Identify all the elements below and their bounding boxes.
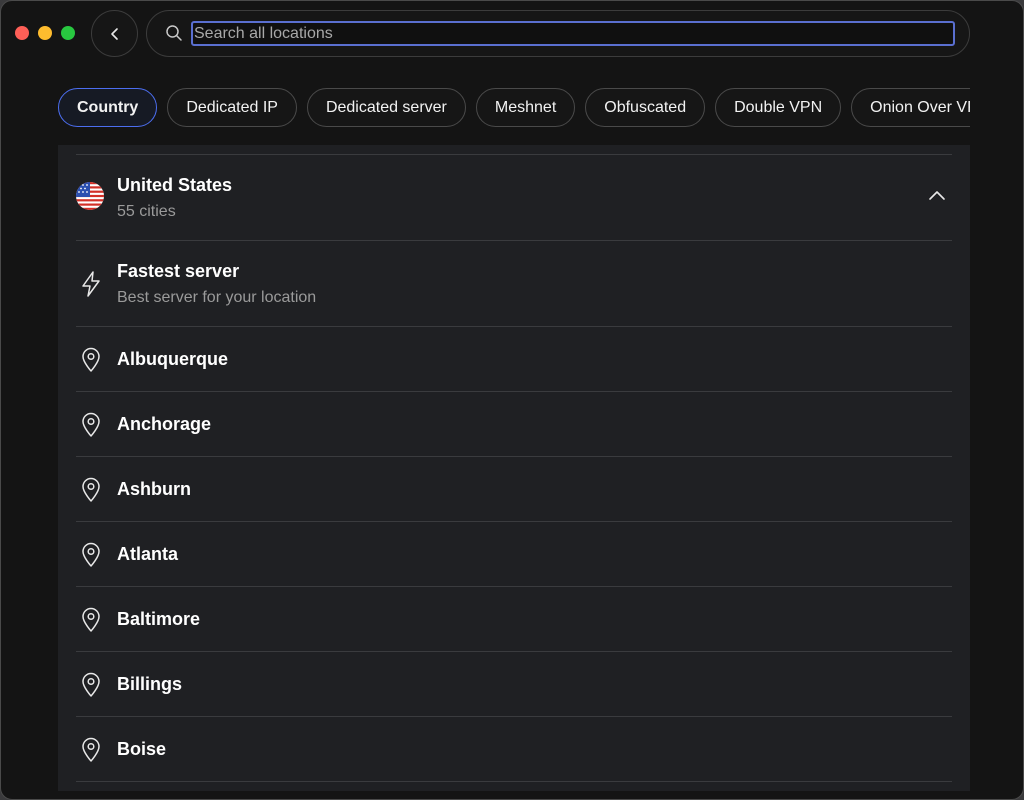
back-button[interactable] <box>91 10 138 57</box>
maximize-window-button[interactable] <box>61 26 75 40</box>
city-name: Baltimore <box>117 609 201 629</box>
city-name: Ashburn <box>117 479 191 499</box>
chevron-left-icon <box>110 27 118 40</box>
lightning-icon <box>82 271 100 297</box>
city-row[interactable]: Atlanta <box>76 522 952 587</box>
location-pin-icon <box>81 412 101 443</box>
filter-chip-double-vpn[interactable]: Double VPN <box>715 88 842 127</box>
chevron-up-icon[interactable] <box>928 190 946 202</box>
filter-chip-dedicated-ip[interactable]: Dedicated IP <box>167 88 297 127</box>
city-row[interactable]: Boise <box>76 717 952 782</box>
city-name: Billings <box>117 674 183 694</box>
locations-list: United States 55 cities Fastest server B… <box>58 145 970 791</box>
filter-chip-obfuscated[interactable]: Obfuscated <box>585 88 706 127</box>
us-flag-icon <box>76 182 104 210</box>
country-name: United States <box>117 175 233 195</box>
city-name: Anchorage <box>117 414 212 434</box>
city-name: Albuquerque <box>117 349 228 369</box>
fastest-server-subtitle: Best server for your location <box>117 289 317 306</box>
window-controls <box>15 26 75 40</box>
search-icon <box>166 25 182 41</box>
minimize-window-button[interactable] <box>38 26 52 40</box>
location-pin-icon <box>81 672 101 703</box>
filter-chips: Country Dedicated IP Dedicated server Meshn… <box>58 88 970 128</box>
location-pin-icon <box>81 347 101 378</box>
close-window-button[interactable] <box>15 26 29 40</box>
city-row[interactable]: Billings <box>76 652 952 717</box>
fastest-server-row[interactable]: Fastest server Best server for your loca… <box>76 241 952 327</box>
location-pin-icon <box>81 737 101 768</box>
country-row-united-states[interactable]: United States 55 cities <box>76 155 952 241</box>
city-name: Boise <box>117 739 167 759</box>
search-input[interactable] <box>191 21 955 46</box>
filter-chip-onion-over-vpn[interactable]: Onion Over VPN <box>851 88 970 127</box>
location-pin-icon <box>81 542 101 573</box>
filter-chip-meshnet[interactable]: Meshnet <box>475 88 576 127</box>
location-pin-icon <box>81 607 101 638</box>
city-row[interactable]: Anchorage <box>76 392 952 457</box>
city-row[interactable]: Ashburn <box>76 457 952 522</box>
app-window: CountryDedicated IPDedicated serverMeshn… <box>0 0 1024 800</box>
city-row[interactable]: Baltimore <box>76 587 952 652</box>
country-city-count: 55 cities <box>117 203 176 220</box>
location-pin-icon <box>81 477 101 508</box>
city-row[interactable]: Albuquerque <box>76 327 952 392</box>
search-bar <box>146 10 970 57</box>
fastest-server-title: Fastest server <box>117 261 240 281</box>
filter-chip-dedicated-server[interactable]: Dedicated server <box>306 88 466 127</box>
filter-chip-country[interactable]: Country <box>58 88 158 127</box>
city-name: Atlanta <box>117 544 179 564</box>
